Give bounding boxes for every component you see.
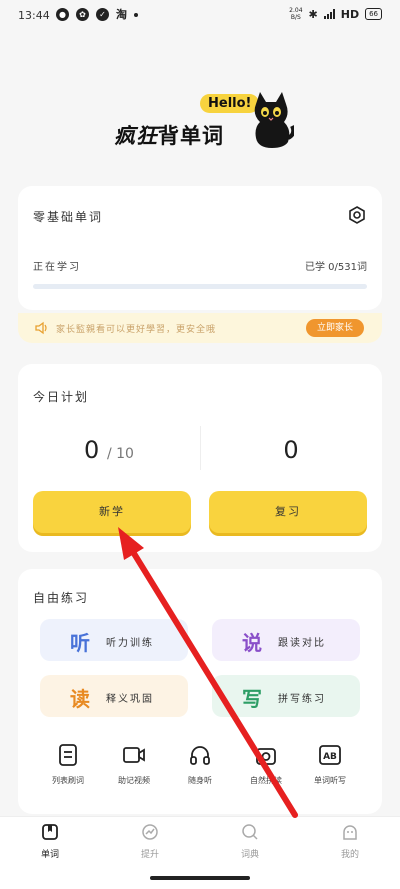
bluetooth-icon: ✱	[308, 7, 318, 21]
home-indicator[interactable]	[150, 876, 250, 880]
search-icon	[242, 824, 258, 840]
profile-icon	[343, 825, 357, 840]
taobao-icon: 淘	[116, 8, 127, 21]
wordbook-card[interactable]: 零基础单词 正在学习 已学 0/531词	[18, 186, 382, 310]
learned-count: 已学 0/531词	[305, 262, 367, 273]
notice-text: 家长監親看可以更好學習，更安全哦	[56, 325, 217, 335]
network-type: HD	[340, 7, 360, 21]
new-learn-button[interactable]: 新学	[33, 491, 191, 533]
logo-title: 疯狂背单词	[114, 124, 224, 148]
tab-words[interactable]: 单词	[0, 823, 100, 860]
free-practice-card: 自由练习 听听力训练 说跟读对比 读释义巩固 写拼写练习 列表刷词 助记视频 随…	[18, 569, 382, 814]
camera-icon	[256, 748, 276, 765]
chart-icon	[142, 824, 158, 840]
listening-training-button[interactable]: 听听力训练	[40, 619, 188, 661]
status-bar: 13:44 ● ✿ ✓ 淘 2.04 B/S ✱ HD 66	[0, 0, 400, 32]
speaker-icon	[35, 321, 47, 335]
notice-action-button[interactable]: 立即家长	[306, 319, 364, 337]
tab-improve[interactable]: 提升	[100, 823, 200, 860]
daily-plan-card: 今日计划 0 / 10 0 新学 复习	[18, 364, 382, 552]
signal-icon	[323, 9, 335, 19]
app-logo: Hello! 疯狂背单词	[114, 88, 294, 158]
tab-profile[interactable]: 我的	[300, 823, 400, 860]
practice-title: 自由练习	[33, 591, 90, 605]
meaning-review-button[interactable]: 读释义巩固	[40, 675, 188, 717]
status-time: 13:44	[18, 9, 50, 22]
more-dot-icon	[134, 12, 138, 17]
study-progress-bar	[33, 284, 367, 289]
word-list-tool[interactable]: 列表刷词	[38, 743, 98, 786]
settings-icon[interactable]	[348, 206, 366, 224]
memory-video-tool[interactable]: 助记视频	[104, 743, 164, 786]
audio-tool[interactable]: 随身听	[170, 743, 230, 786]
dictation-tool[interactable]: AB 单词听写	[300, 743, 360, 786]
status-app-icons: ● ✿ ✓ 淘	[56, 8, 138, 21]
check-icon: ✓	[96, 8, 109, 21]
headphones-icon	[190, 746, 210, 765]
spelling-practice-button[interactable]: 写拼写练习	[212, 675, 360, 717]
read-along-button[interactable]: 说跟读对比	[212, 619, 360, 661]
review-words-count: 0	[283, 436, 299, 464]
tab-dictionary[interactable]: 词典	[200, 823, 300, 860]
review-button[interactable]: 复习	[209, 491, 367, 533]
list-icon	[59, 744, 77, 766]
svg-text:AB: AB	[323, 752, 337, 762]
wordbook-title: 零基础单词	[33, 210, 104, 224]
parent-notice-banner: 家长監親看可以更好學習，更安全哦 立即家长	[18, 313, 382, 343]
plan-title: 今日计划	[33, 390, 90, 404]
video-icon	[123, 747, 145, 763]
new-words-count: 0 / 10	[84, 436, 134, 464]
book-icon	[42, 824, 58, 840]
wechat-icon: ●	[56, 8, 69, 21]
study-status: 正在学习	[33, 262, 81, 273]
app-icon: ✿	[76, 8, 89, 21]
phonics-tool[interactable]: 自然拼读	[236, 743, 296, 786]
net-speed: 2.04 B/S	[289, 7, 303, 21]
status-right: 2.04 B/S ✱ HD 66	[289, 7, 382, 21]
ab-icon: AB	[319, 745, 341, 765]
battery-icon: 66	[365, 8, 382, 20]
black-cat-icon	[254, 92, 294, 148]
